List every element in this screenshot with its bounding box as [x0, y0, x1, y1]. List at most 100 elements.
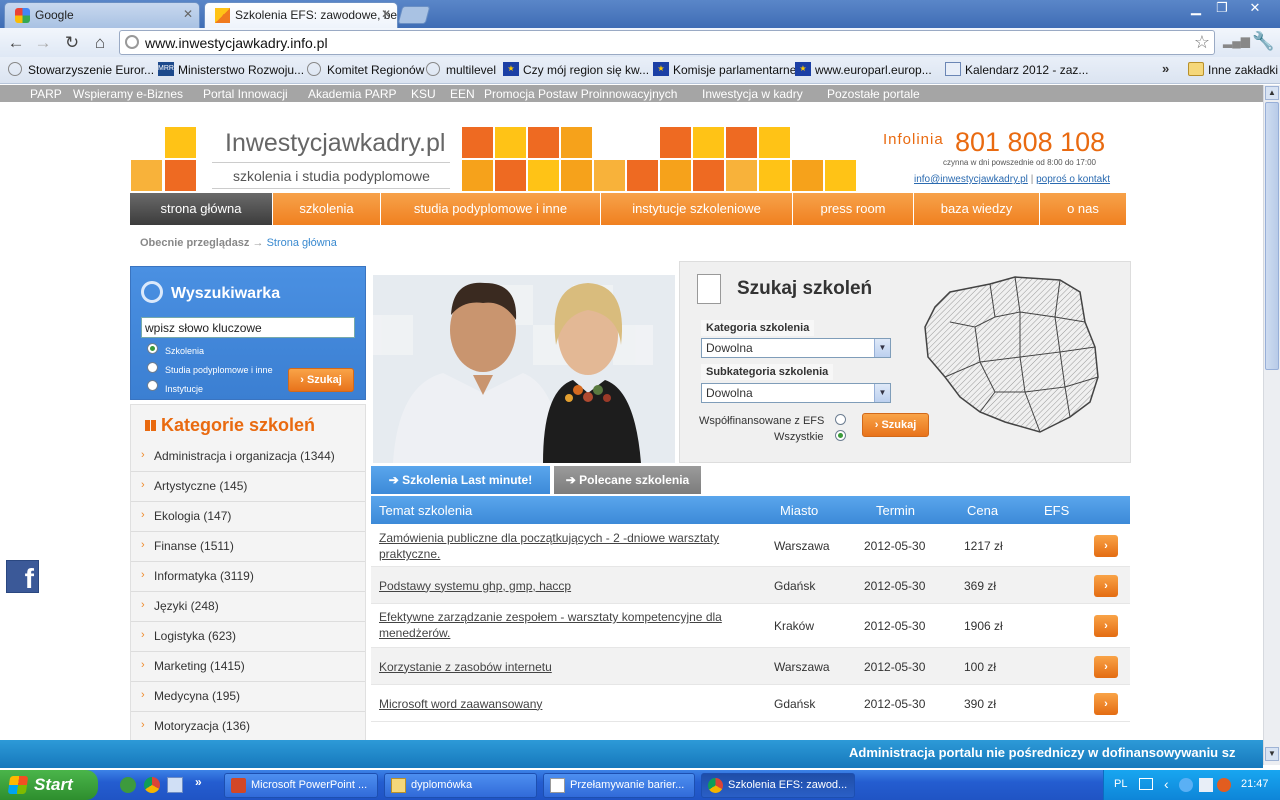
keyword-input[interactable]: wpisz słowo kluczowe [141, 317, 355, 338]
toplink[interactable]: Akademia PARP [308, 87, 396, 101]
bookmark-item[interactable]: Kalendarz 2012 - zaz... [945, 62, 1088, 77]
category-item[interactable]: › Logistyka (623) [131, 622, 365, 652]
bookmark-item[interactable]: ★ www.europarl.europ... [795, 62, 932, 77]
toplink[interactable]: EEN [450, 87, 475, 101]
more-bookmarks-icon[interactable]: » [1162, 61, 1169, 76]
training-details-button[interactable]: › [1094, 535, 1118, 557]
category-item[interactable]: › Informatyka (3119) [131, 562, 365, 592]
radio-efs[interactable] [835, 414, 846, 425]
category-item[interactable]: › Artystyczne (145) [131, 472, 365, 502]
bookmark-item[interactable]: MRR Ministerstwo Rozwoju... [158, 62, 304, 77]
toplink[interactable]: PARP [30, 87, 62, 101]
nav-press-room[interactable]: press room [793, 193, 914, 225]
nav-baza-wiedzy[interactable]: baza wiedzy [914, 193, 1040, 225]
close-tab-icon[interactable]: ✕ [183, 7, 193, 21]
clock[interactable]: 21:47 [1241, 778, 1269, 790]
toplink[interactable]: Pozostałe portale [827, 87, 920, 101]
address-bar[interactable]: www.inwestycjawkadry.info.pl ☆ [119, 30, 1215, 55]
nav-strona-glowna[interactable]: strona główna [130, 193, 273, 225]
forward-icon[interactable]: → [31, 31, 55, 55]
training-details-button[interactable]: › [1094, 574, 1118, 597]
category-item[interactable]: › Motoryzacja (136) [131, 712, 365, 740]
reload-icon[interactable]: ↻ [60, 31, 84, 55]
category-item[interactable]: › Finanse (1511) [131, 532, 365, 562]
bookmark-item[interactable]: ★ Czy mój region się kw... [503, 62, 649, 77]
email-link[interactable]: info@inwestycjawkadry.pl [914, 174, 1028, 185]
toplink[interactable]: Portal Innowacji [203, 87, 288, 101]
subkategoria-select[interactable]: Dowolna ▼ [701, 383, 891, 403]
task-dyplomowka[interactable]: dyplomówka [384, 773, 537, 798]
keyboard-icon[interactable] [1139, 778, 1153, 790]
bookmark-item[interactable]: Stowarzyszenie Euror... [8, 62, 154, 77]
new-tab-button[interactable] [397, 6, 431, 24]
bookmark-item[interactable]: ★ Komisje parlamentarne [653, 62, 796, 77]
scroll-up-icon[interactable]: ▲ [1265, 86, 1279, 100]
radio-studia[interactable] [147, 362, 158, 373]
contact-link[interactable]: poproś o kontakt [1036, 174, 1110, 185]
nav-szkolenia[interactable]: szkolenia [273, 193, 381, 225]
radio-szkolenia[interactable] [147, 343, 158, 354]
quicklaunch-icon[interactable] [167, 777, 183, 793]
radio-all[interactable] [835, 430, 846, 441]
toplink[interactable]: KSU [411, 87, 436, 101]
page-scrollbar[interactable]: ▲ ▼ [1263, 85, 1280, 765]
chrome-icon[interactable] [144, 777, 160, 793]
category-item[interactable]: › Administracja i organizacja (1344) [131, 442, 365, 472]
toplink[interactable]: Promocja Postaw Proinnowacyjnych [484, 87, 677, 101]
search-button[interactable]: › Szukaj [288, 368, 354, 392]
course-search-button[interactable]: › Szukaj [862, 413, 929, 437]
more-icon[interactable]: » [195, 775, 202, 789]
restore-icon[interactable]: ❐ [1208, 0, 1236, 18]
training-title-link[interactable]: Zamówienia publiczne dla początkujących … [379, 530, 739, 562]
tray-app-icon[interactable] [1179, 778, 1193, 792]
facebook-icon[interactable]: f [6, 560, 39, 594]
radio-instytucje[interactable] [147, 380, 158, 391]
signal-icon[interactable]: ▂▄▆ [1223, 34, 1250, 50]
training-title-link[interactable]: Efektywne zarządzanie zespołem - warszta… [379, 609, 739, 641]
network-icon[interactable] [1199, 778, 1213, 792]
nav-instytucje[interactable]: instytucje szkoleniowe [601, 193, 793, 225]
training-title-link[interactable]: Korzystanie z zasobów internetu [379, 659, 739, 675]
task-przelamywanie[interactable]: Przełamywanie barier... [543, 773, 695, 798]
close-tab-icon[interactable]: ✕ [381, 7, 391, 21]
toplink[interactable]: Wspieramy e-Biznes [73, 87, 183, 101]
scroll-thumb[interactable] [1265, 102, 1279, 370]
tab-polecane[interactable]: ➔ Polecane szkolenia [554, 466, 701, 494]
back-icon[interactable]: ← [4, 31, 28, 55]
toplink[interactable]: Inwestycja w kadry [702, 87, 803, 101]
tab-google[interactable]: Google ✕ [4, 2, 200, 28]
category-item[interactable]: › Marketing (1415) [131, 652, 365, 682]
breadcrumb-current[interactable]: Strona główna [267, 237, 337, 249]
window-close-icon[interactable]: ✕ [1238, 0, 1272, 18]
language-indicator[interactable]: PL [1114, 778, 1127, 790]
poland-map[interactable] [920, 272, 1105, 444]
tab-szkolenia[interactable]: Szkolenia EFS: zawodowe, bez ✕ [204, 2, 398, 28]
scroll-down-icon[interactable]: ▼ [1265, 747, 1279, 761]
bookmark-star-icon[interactable]: ☆ [1194, 32, 1210, 53]
kategoria-select[interactable]: Dowolna ▼ [701, 338, 891, 358]
nav-o-nas[interactable]: o nas [1040, 193, 1126, 225]
other-bookmarks[interactable]: Inne zakładki [1188, 62, 1278, 77]
training-details-button[interactable]: › [1094, 655, 1118, 678]
wrench-icon[interactable]: 🔧 [1252, 31, 1274, 52]
chevron-left-icon[interactable]: ‹ [1164, 776, 1169, 792]
category-item[interactable]: › Języki (248) [131, 592, 365, 622]
task-chrome[interactable]: Szkolenia EFS: zawod... [701, 773, 855, 798]
bookmark-item[interactable]: Komitet Regionów [307, 62, 424, 77]
task-powerpoint[interactable]: Microsoft PowerPoint ... [224, 773, 378, 798]
training-details-button[interactable]: › [1094, 692, 1118, 715]
tray-app-icon[interactable] [1217, 778, 1231, 792]
category-item[interactable]: › Medycyna (195) [131, 682, 365, 712]
training-title-link[interactable]: Podstawy systemu ghp, gmp, haccp [379, 578, 739, 594]
minimize-icon[interactable]: ▁ [1182, 0, 1210, 18]
category-item[interactable]: › Ekologia (147) [131, 502, 365, 532]
site-logo[interactable]: Inwestycjawkadry.pl [225, 129, 445, 158]
quicklaunch-icon[interactable] [120, 777, 136, 793]
bookmark-item[interactable]: multilevel [426, 62, 496, 77]
home-icon[interactable]: ⌂ [88, 31, 112, 55]
training-title-link[interactable]: Microsoft word zaawansowany [379, 696, 739, 712]
start-button[interactable]: Start [0, 770, 98, 800]
training-details-button[interactable]: › [1094, 615, 1118, 637]
tab-last-minute[interactable]: ➔ Szkolenia Last minute! [371, 466, 550, 494]
nav-studia[interactable]: studia podyplomowe i inne [381, 193, 601, 225]
